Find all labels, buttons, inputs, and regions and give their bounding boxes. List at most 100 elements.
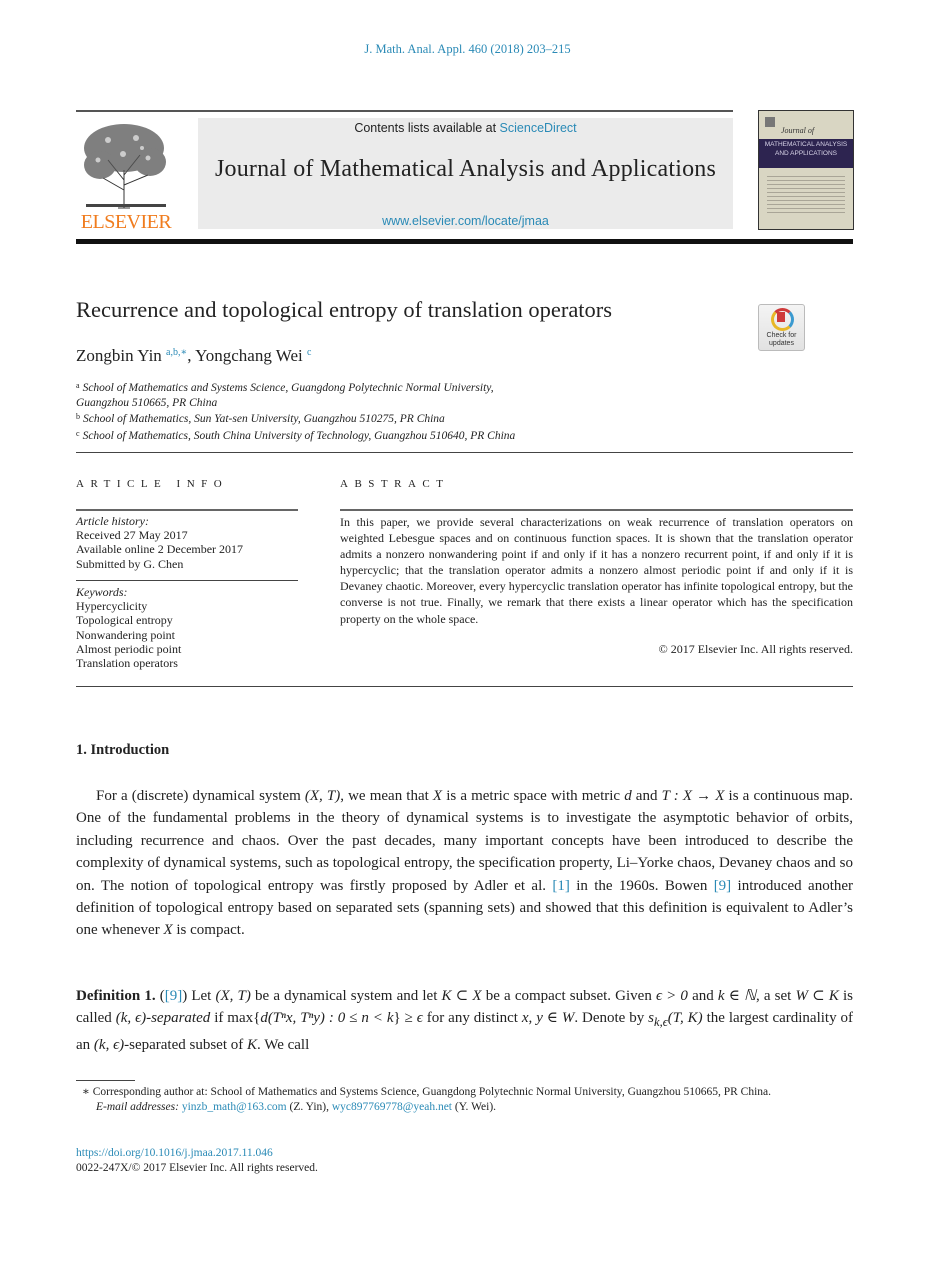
email-owner: (Z. Yin), bbox=[286, 1101, 332, 1113]
affiliation-item: c School of Mathematics, South China Univ… bbox=[76, 427, 776, 444]
article-info-heading: ARTICLE INFO bbox=[76, 478, 229, 490]
math-inline: d(Tⁿx, Tⁿy) : 0 ≤ n < k bbox=[260, 1010, 394, 1027]
text-run: and bbox=[687, 988, 718, 1004]
affiliation-item: a School of Mathematics and Systems Scien… bbox=[76, 379, 776, 410]
history-submitted-by: Submitted by G. Chen bbox=[76, 556, 184, 571]
reference-link[interactable]: [9] bbox=[714, 878, 732, 894]
keywords: Keywords: Hypercyclicity Topological ent… bbox=[76, 585, 181, 670]
article-history: Article history: Received 27 May 2017 Av… bbox=[76, 514, 243, 571]
affiliation-mark: b bbox=[76, 412, 80, 421]
math-subscript: k,ϵ bbox=[654, 1015, 668, 1030]
affiliation-text: School of Mathematics, South China Unive… bbox=[82, 429, 516, 442]
elsevier-wordmark: ELSEVIER bbox=[80, 211, 172, 233]
text-run: -separated subset of bbox=[124, 1036, 247, 1053]
text-run: . Denote by bbox=[574, 1010, 649, 1027]
journal-url-link[interactable]: www.elsevier.com/locate/jmaa bbox=[198, 214, 733, 228]
article-history-label: Article history: bbox=[76, 514, 149, 528]
math-inline: (k, ϵ)-separated bbox=[115, 1010, 211, 1027]
email-footnote: E-mail addresses: yinzb_math@163.com (Z.… bbox=[76, 1100, 853, 1115]
history-available-online: Available online 2 December 2017 bbox=[76, 542, 244, 557]
text-run: be a dynamical system and let bbox=[250, 988, 442, 1004]
footnotes: ∗ Corresponding author at: School of Mat… bbox=[76, 1085, 853, 1115]
author-name[interactable]: Zongbin Yin bbox=[76, 346, 162, 365]
math-inline: x, y ∈ W bbox=[521, 1010, 575, 1027]
footnote-rule bbox=[76, 1080, 135, 1081]
sciencedirect-link[interactable]: ScienceDirect bbox=[500, 121, 577, 135]
affiliations: a School of Mathematics and Systems Scien… bbox=[76, 379, 776, 443]
history-received: Received 27 May 2017 bbox=[76, 528, 188, 543]
text-run: is compact. bbox=[172, 922, 245, 939]
author-separator: , bbox=[187, 346, 196, 365]
article-title: Recurrence and topological entropy of tr… bbox=[76, 297, 613, 322]
journal-cover-thumbnail[interactable]: Journal of MATHEMATICAL ANALYSIS AND APP… bbox=[758, 110, 854, 230]
check-for-updates-button[interactable]: Check for updates bbox=[758, 304, 805, 351]
affiliation-mark: a bbox=[76, 381, 80, 390]
math-inline: ϵ > 0 bbox=[655, 988, 688, 1004]
section-heading-introduction: 1. Introduction bbox=[76, 742, 170, 758]
issn-copyright: 0022-247X/© 2017 Elsevier Inc. All right… bbox=[76, 1162, 318, 1174]
affiliation-mark: c bbox=[76, 428, 80, 438]
math-inline: W ⊂ K bbox=[795, 988, 839, 1004]
text-run: , we mean that bbox=[340, 788, 433, 804]
keyword-item: Topological entropy bbox=[76, 613, 173, 628]
math-inline: d bbox=[624, 788, 632, 804]
crossmark-label-line1: Check for bbox=[766, 332, 797, 339]
math-inline: X bbox=[163, 922, 173, 939]
cover-band-title: MATHEMATICAL ANALYSIS AND APPLICATIONS bbox=[759, 139, 853, 168]
article-info-rule bbox=[76, 580, 298, 581]
contents-prefix: Contents lists available at bbox=[354, 121, 500, 135]
text-run: , a set bbox=[755, 988, 796, 1004]
article-info-rule bbox=[76, 509, 298, 511]
math-inline: K bbox=[247, 1036, 258, 1053]
text-run: if max{ bbox=[210, 1010, 261, 1027]
doi-link[interactable]: https://doi.org/10.1016/j.jmaa.2017.11.0… bbox=[76, 1147, 273, 1159]
affiliation-text-continued: Guangzhou 510665, PR China bbox=[76, 396, 218, 409]
text-run: and bbox=[631, 788, 662, 804]
elsevier-logo[interactable]: ELSEVIER bbox=[76, 118, 176, 233]
text-run: } ≥ bbox=[393, 1010, 417, 1027]
text-run: for any distinct bbox=[422, 1010, 522, 1027]
crossmark-label-line2: updates bbox=[769, 339, 794, 347]
math-inline: X bbox=[432, 788, 443, 804]
introduction-paragraph: For a (discrete) dynamical system (X, T)… bbox=[76, 785, 853, 942]
affiliation-item: b School of Mathematics, Sun Yat-sen Univ… bbox=[76, 410, 776, 427]
email-link[interactable]: yinzb_math@163.com bbox=[182, 1101, 287, 1113]
elsevier-tree-icon bbox=[78, 120, 172, 210]
journal-citation[interactable]: J. Math. Anal. Appl. 460 (2018) 203–215 bbox=[0, 42, 935, 57]
abstract-text: In this paper, we provide several charac… bbox=[340, 515, 853, 626]
definition-1: Definition 1. ([9]) Let (X, T) be a dyna… bbox=[76, 985, 853, 1056]
math-inline: T : X → X bbox=[661, 788, 725, 804]
abstract-rule bbox=[340, 509, 853, 511]
author-affiliation-marks[interactable]: a,b,∗ bbox=[166, 347, 187, 358]
keyword-item: Hypercyclicity bbox=[76, 599, 148, 614]
email-owner: (Y. Wei). bbox=[452, 1101, 497, 1113]
abstract-copyright: © 2017 Elsevier Inc. All rights reserved… bbox=[658, 642, 853, 656]
reference-link[interactable]: [1] bbox=[552, 878, 570, 894]
crossmark-bookmark-icon bbox=[777, 312, 785, 322]
text-run: . We call bbox=[257, 1036, 310, 1053]
reference-link[interactable]: [9] bbox=[165, 988, 183, 1004]
cover-contents-lines bbox=[767, 173, 845, 213]
email-link[interactable]: wyc897769778@yeah.net bbox=[332, 1101, 452, 1113]
affiliation-text: School of Mathematics and Systems Scienc… bbox=[82, 382, 494, 394]
cover-script-title: Journal of bbox=[781, 126, 815, 135]
keywords-label: Keywords: bbox=[76, 585, 128, 599]
journal-masthead: Contents lists available at ScienceDirec… bbox=[198, 118, 733, 229]
math-inline: (T, K) bbox=[667, 1010, 703, 1027]
text-run: in the 1960s. Bowen bbox=[569, 877, 714, 894]
math-inline: (X, T) bbox=[215, 988, 251, 1004]
math-inline: K ⊂ X bbox=[441, 988, 482, 1004]
math-inline: (X, T) bbox=[304, 788, 341, 804]
author-name[interactable]: Yongchang Wei bbox=[195, 346, 303, 365]
cover-emblem-icon bbox=[765, 117, 775, 127]
abstract-heading: ABSTRACT bbox=[340, 478, 450, 490]
text-run: ( bbox=[155, 988, 165, 1004]
text-run: For a (discrete) dynamical system bbox=[96, 788, 305, 804]
corresponding-author-footnote: ∗ Corresponding author at: School of Mat… bbox=[76, 1085, 853, 1100]
math-inline: (k, ϵ) bbox=[93, 1036, 125, 1053]
author-affiliation-marks[interactable]: c bbox=[307, 347, 311, 358]
keyword-item: Translation operators bbox=[76, 656, 178, 671]
text-run: is a metric space with metric bbox=[442, 788, 625, 804]
text-run: ) Let bbox=[182, 988, 216, 1004]
crossmark-label: Check for updates bbox=[759, 332, 804, 347]
